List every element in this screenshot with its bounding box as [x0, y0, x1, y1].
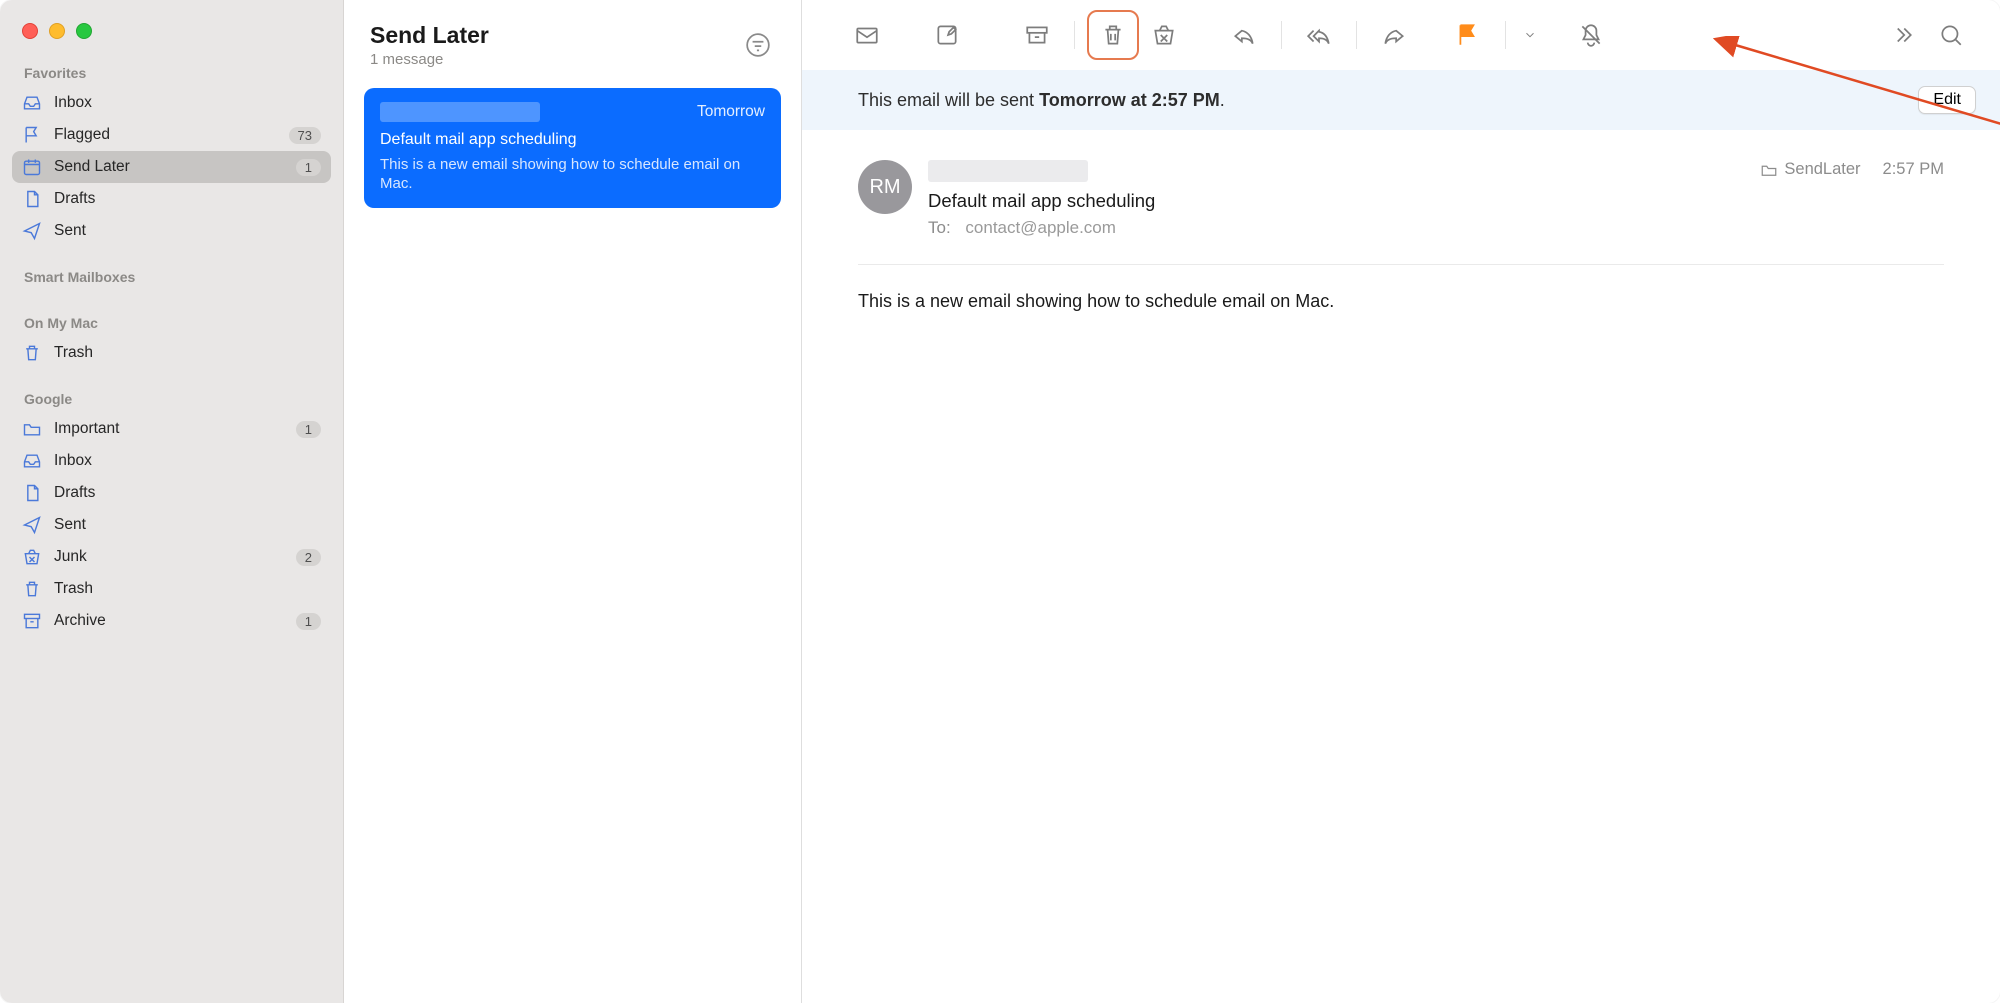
flag-button[interactable]	[1443, 12, 1493, 58]
sidebar-count-badge: 1	[296, 613, 321, 630]
message-item[interactable]: Tomorrow Default mail app scheduling Thi…	[364, 88, 781, 208]
document-icon	[22, 189, 42, 209]
sidebar-item-label: Archive	[54, 612, 296, 630]
search-button[interactable]	[1926, 12, 1976, 58]
message-date: Tomorrow	[697, 103, 765, 121]
toolbar-divider	[1356, 21, 1357, 49]
sidebar-item-important[interactable]: Important 1	[12, 413, 331, 445]
sidebar-item-label: Drafts	[54, 484, 321, 502]
paper-plane-icon	[22, 221, 42, 241]
sidebar-count-badge: 2	[296, 549, 321, 566]
avatar: RM	[858, 160, 912, 214]
window-controls	[0, 8, 343, 59]
email-to-address[interactable]: contact@apple.com	[965, 218, 1116, 237]
header-divider	[858, 264, 1944, 265]
close-window-button[interactable]	[22, 23, 38, 39]
toolbar-divider	[1074, 21, 1075, 49]
toolbar-divider	[1281, 21, 1282, 49]
section-google: Google	[0, 385, 343, 413]
sidebar-item-label: Sent	[54, 222, 321, 240]
email-folder-label: SendLater	[1760, 160, 1860, 179]
sidebar-item-flagged[interactable]: Flagged 73	[12, 119, 331, 151]
sidebar-item-label: Drafts	[54, 190, 321, 208]
email-body: This is a new email showing how to sched…	[858, 291, 1944, 312]
banner-when: Tomorrow at 2:57 PM	[1039, 90, 1220, 110]
sidebar-item-label: Junk	[54, 548, 296, 566]
sidebar-item-label: Trash	[54, 344, 321, 362]
reply-button[interactable]	[1219, 12, 1269, 58]
section-favorites: Favorites	[0, 59, 343, 87]
list-title: Send Later	[370, 22, 489, 49]
reply-all-button[interactable]	[1294, 12, 1344, 58]
compose-button[interactable]	[922, 12, 972, 58]
minimize-window-button[interactable]	[49, 23, 65, 39]
section-on-my-mac: On My Mac	[0, 309, 343, 337]
message-subject: Default mail app scheduling	[380, 130, 765, 151]
message-from-redacted	[380, 102, 540, 122]
mail-icon-button[interactable]	[842, 12, 892, 58]
sidebar: Favorites Inbox Flagged 73 Send Later 1 …	[0, 0, 344, 1003]
forward-button[interactable]	[1369, 12, 1419, 58]
mute-button[interactable]	[1566, 12, 1616, 58]
email-subject: Default mail app scheduling	[928, 190, 1744, 212]
message-list-pane: Send Later 1 message Tomorrow Default ma…	[344, 0, 802, 1003]
sidebar-item-google-inbox[interactable]: Inbox	[12, 445, 331, 477]
trash-icon	[22, 343, 42, 363]
archive-button[interactable]	[1012, 12, 1062, 58]
schedule-banner: This email will be sent Tomorrow at 2:57…	[802, 70, 2000, 130]
sidebar-item-send-later[interactable]: Send Later 1	[12, 151, 331, 183]
archive-icon	[22, 611, 42, 631]
sidebar-item-label: Trash	[54, 580, 321, 598]
sidebar-item-trash-local[interactable]: Trash	[12, 337, 331, 369]
sidebar-item-junk[interactable]: Junk 2	[12, 541, 331, 573]
delete-button[interactable]	[1087, 10, 1139, 60]
folder-icon	[22, 419, 42, 439]
trash-icon	[22, 579, 42, 599]
message-preview: This is a new email showing how to sched…	[380, 155, 765, 194]
sidebar-item-google-trash[interactable]: Trash	[12, 573, 331, 605]
banner-suffix: .	[1220, 90, 1225, 110]
sidebar-count-badge: 73	[289, 127, 321, 144]
junk-icon	[22, 547, 42, 567]
sidebar-item-sent[interactable]: Sent	[12, 215, 331, 247]
email-to-label: To:	[928, 218, 951, 237]
paper-plane-icon	[22, 515, 42, 535]
sidebar-count-badge: 1	[296, 421, 321, 438]
sidebar-item-label: Flagged	[54, 126, 289, 144]
inbox-icon	[22, 93, 42, 113]
sidebar-item-label: Send Later	[54, 158, 296, 176]
toolbar	[802, 0, 2000, 70]
sidebar-item-label: Important	[54, 420, 296, 438]
flag-icon	[22, 125, 42, 145]
sidebar-item-google-drafts[interactable]: Drafts	[12, 477, 331, 509]
toolbar-divider	[1505, 21, 1506, 49]
filter-button[interactable]	[741, 28, 775, 62]
document-icon	[22, 483, 42, 503]
list-subtitle: 1 message	[370, 51, 489, 68]
inbox-icon	[22, 451, 42, 471]
section-smart-mailboxes: Smart Mailboxes	[0, 263, 343, 291]
sidebar-item-drafts[interactable]: Drafts	[12, 183, 331, 215]
sidebar-item-inbox[interactable]: Inbox	[12, 87, 331, 119]
main-pane: This email will be sent Tomorrow at 2:57…	[802, 0, 2000, 1003]
sidebar-item-label: Inbox	[54, 94, 321, 112]
banner-prefix: This email will be sent	[858, 90, 1039, 110]
sidebar-item-label: Sent	[54, 516, 321, 534]
email-from-redacted	[928, 160, 1088, 182]
sidebar-count-badge: 1	[296, 159, 321, 176]
sidebar-item-label: Inbox	[54, 452, 321, 470]
junk-button[interactable]	[1139, 12, 1189, 58]
calendar-clock-icon	[22, 157, 42, 177]
zoom-window-button[interactable]	[76, 23, 92, 39]
edit-schedule-button[interactable]: Edit	[1918, 86, 1976, 114]
sidebar-item-google-sent[interactable]: Sent	[12, 509, 331, 541]
sidebar-item-archive[interactable]: Archive 1	[12, 605, 331, 637]
email-time: 2:57 PM	[1883, 160, 1944, 179]
flag-menu-chevron[interactable]	[1518, 12, 1542, 58]
overflow-button[interactable]	[1876, 12, 1926, 58]
